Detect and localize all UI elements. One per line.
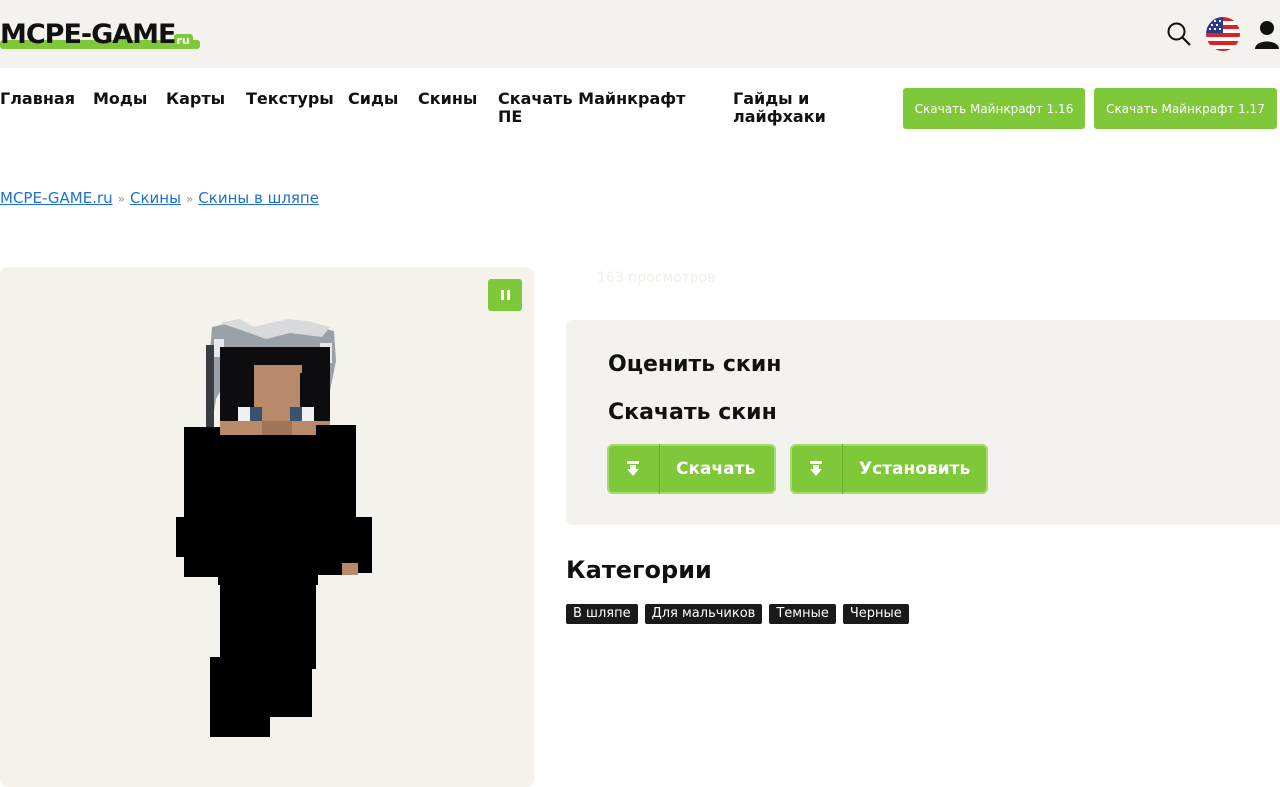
us-flag-icon[interactable] <box>1206 17 1240 51</box>
breadcrumb-separator: » <box>117 192 125 206</box>
skin-model-image <box>176 319 372 737</box>
search-icon[interactable] <box>1166 21 1192 47</box>
nav-item-guides[interactable]: Гайды и лайфхаки <box>733 90 843 126</box>
category-tags: В шляпе Для мальчиков Темные Черные <box>566 604 916 624</box>
skin-3d-viewer[interactable] <box>0 267 534 787</box>
download-skin-button[interactable]: Скачать <box>607 444 776 494</box>
download-skin-title: Скачать скин <box>608 400 777 425</box>
tag-dark[interactable]: Темные <box>769 604 836 624</box>
nav-item-home[interactable]: Главная <box>0 90 75 108</box>
rate-skin-title: Оценить скин <box>608 352 782 377</box>
download-116-button[interactable]: Скачать Майнкрафт 1.16 <box>903 88 1085 129</box>
skin-actions-panel: Оценить скин Скачать скин Скачать Устано… <box>566 320 1280 525</box>
user-icon[interactable] <box>1254 19 1280 49</box>
nav-item-seeds[interactable]: Сиды <box>348 90 398 108</box>
header-icons <box>1152 16 1280 52</box>
download-skin-label: Скачать <box>676 459 756 479</box>
site-header: MCPE-GAME ru <box>0 0 1280 68</box>
download-icon <box>790 444 843 494</box>
logo-suffix: ru <box>173 34 193 48</box>
nav-item-download-pe[interactable]: Скачать Майнкрафт ПЕ <box>498 90 708 126</box>
tag-for-boys[interactable]: Для мальчиков <box>644 604 763 624</box>
site-logo[interactable]: MCPE-GAME ru <box>0 18 200 50</box>
nav-item-maps[interactable]: Карты <box>166 90 225 108</box>
breadcrumb-separator: » <box>185 192 194 206</box>
breadcrumb-current[interactable]: Скины в шляпе <box>198 189 319 207</box>
install-skin-button[interactable]: Установить <box>790 444 988 494</box>
breadcrumb-home[interactable]: MCPE-GAME.ru <box>0 189 113 207</box>
tag-black[interactable]: Черные <box>842 604 909 624</box>
tag-in-hat[interactable]: В шляпе <box>566 604 638 624</box>
categories-title: Категории <box>566 556 712 584</box>
logo-text: MCPE-GAME <box>0 19 176 50</box>
view-count: 163 просмотров <box>597 270 716 286</box>
download-117-button[interactable]: Скачать Майнкрафт 1.17 <box>1094 88 1277 129</box>
breadcrumb-skins[interactable]: Скины <box>130 189 181 207</box>
install-skin-label: Установить <box>859 459 971 479</box>
nav-item-textures[interactable]: Текстуры <box>246 90 334 108</box>
pause-icon[interactable] <box>488 279 522 311</box>
download-icon <box>607 444 660 494</box>
breadcrumb: MCPE-GAME.ru » Скины » Скины в шляпе <box>0 189 319 207</box>
nav-item-mods[interactable]: Моды <box>93 90 147 108</box>
nav-item-skins[interactable]: Скины <box>418 90 477 108</box>
